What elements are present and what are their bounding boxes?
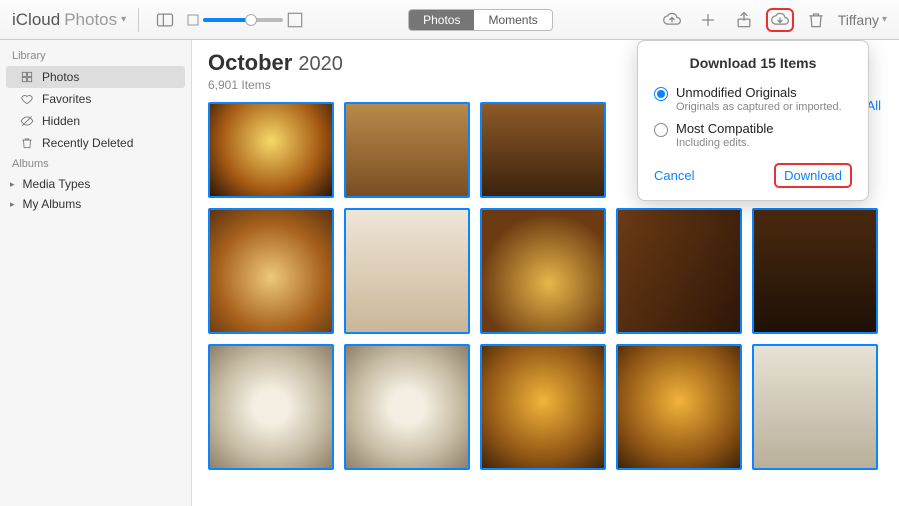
- year-label: 2020: [298, 53, 343, 76]
- sidebar-item-recently-deleted[interactable]: Recently Deleted: [0, 132, 191, 154]
- cloud-up-icon: [662, 10, 682, 30]
- app-title-dropdown[interactable]: iCloud Photos ▾: [12, 10, 126, 30]
- sidebar-item-label: My Albums: [23, 197, 82, 211]
- option-unmodified-originals[interactable]: Unmodified Originals Originals as captur…: [654, 81, 852, 117]
- option-subtitle: Including edits.: [676, 137, 774, 149]
- add-button[interactable]: [694, 8, 722, 32]
- trash-icon: [806, 10, 826, 30]
- month-label: October: [208, 50, 292, 76]
- sidebar-item-media-types[interactable]: ▸ Media Types: [0, 174, 191, 194]
- app-name: iCloud: [12, 10, 60, 30]
- sidebar-item-label: Hidden: [42, 114, 80, 128]
- sidebar-toggle-button[interactable]: [151, 8, 179, 32]
- share-button[interactable]: [730, 8, 758, 32]
- share-icon: [734, 10, 754, 30]
- option-most-compatible[interactable]: Most Compatible Including edits.: [654, 117, 852, 153]
- option-subtitle: Originals as captured or imported.: [676, 101, 842, 113]
- photo-thumbnail[interactable]: [208, 208, 334, 334]
- trash-icon: [20, 136, 34, 150]
- sidebar-item-my-albums[interactable]: ▸ My Albums: [0, 194, 191, 214]
- photo-thumbnail[interactable]: [344, 208, 470, 334]
- photo-thumbnail[interactable]: [752, 208, 878, 334]
- user-name: Tiffany: [838, 12, 879, 28]
- zoom-track[interactable]: [203, 18, 283, 22]
- option-title: Unmodified Originals: [676, 85, 842, 100]
- photo-thumbnail[interactable]: [752, 344, 878, 470]
- sidebar: Library Photos Favorites Hidden Recently…: [0, 40, 192, 506]
- chevron-down-icon: ▾: [882, 14, 887, 25]
- zoom-large-icon: [287, 12, 303, 28]
- cloud-down-icon: [770, 10, 790, 30]
- photo-thumbnail[interactable]: [208, 102, 334, 198]
- option-title: Most Compatible: [676, 121, 774, 136]
- sidebar-item-photos[interactable]: Photos: [6, 66, 185, 88]
- sidebar-item-label: Media Types: [23, 177, 91, 191]
- content-area: October 2020 6,901 Items ct All Download…: [192, 40, 899, 506]
- photo-thumbnail[interactable]: [480, 344, 606, 470]
- tab-photos[interactable]: Photos: [409, 10, 474, 30]
- photo-thumbnail[interactable]: [480, 102, 606, 198]
- photo-thumbnail[interactable]: [344, 344, 470, 470]
- tab-moments[interactable]: Moments: [474, 10, 551, 30]
- photo-grid-row3: [208, 344, 883, 470]
- app-section: Photos: [64, 10, 117, 30]
- photo-thumbnail[interactable]: [344, 102, 470, 198]
- photo-thumbnail[interactable]: [616, 344, 742, 470]
- heart-icon: [20, 92, 34, 106]
- view-segmented-control: Photos Moments: [408, 9, 553, 31]
- photo-thumbnail[interactable]: [208, 344, 334, 470]
- sidebar-item-label: Favorites: [42, 92, 91, 106]
- radio-icon[interactable]: [654, 87, 668, 101]
- delete-button[interactable]: [802, 8, 830, 32]
- sidebar-item-label: Photos: [42, 70, 79, 84]
- sidebar-item-favorites[interactable]: Favorites: [0, 88, 191, 110]
- zoom-knob[interactable]: [245, 14, 257, 26]
- toolbar: iCloud Photos ▾ Photos Moments Tiffany ▾: [0, 0, 899, 40]
- sidebar-group-albums: Albums: [0, 154, 191, 174]
- photo-thumbnail[interactable]: [480, 208, 606, 334]
- sidebar-item-label: Recently Deleted: [42, 136, 133, 150]
- disclosure-triangle-icon[interactable]: ▸: [10, 199, 15, 210]
- radio-icon[interactable]: [654, 123, 668, 137]
- sidebar-icon: [155, 10, 175, 30]
- download-button[interactable]: [766, 8, 794, 32]
- plus-icon: [698, 10, 718, 30]
- eye-off-icon: [20, 114, 34, 128]
- zoom-small-icon: [187, 14, 199, 26]
- download-confirm-button[interactable]: Download: [774, 163, 852, 188]
- chevron-down-icon: ▾: [121, 14, 126, 25]
- disclosure-triangle-icon[interactable]: ▸: [10, 179, 15, 190]
- download-popover: Download 15 Items Unmodified Originals O…: [637, 40, 869, 201]
- photo-grid-row2: [208, 208, 883, 334]
- divider: [138, 8, 139, 32]
- photos-icon: [20, 70, 34, 84]
- cancel-button[interactable]: Cancel: [654, 168, 694, 183]
- sidebar-item-hidden[interactable]: Hidden: [0, 110, 191, 132]
- sidebar-group-library: Library: [0, 46, 191, 66]
- upload-button[interactable]: [658, 8, 686, 32]
- popover-title: Download 15 Items: [654, 55, 852, 71]
- zoom-slider[interactable]: [187, 12, 303, 28]
- user-menu[interactable]: Tiffany ▾: [838, 12, 887, 28]
- photo-thumbnail[interactable]: [616, 208, 742, 334]
